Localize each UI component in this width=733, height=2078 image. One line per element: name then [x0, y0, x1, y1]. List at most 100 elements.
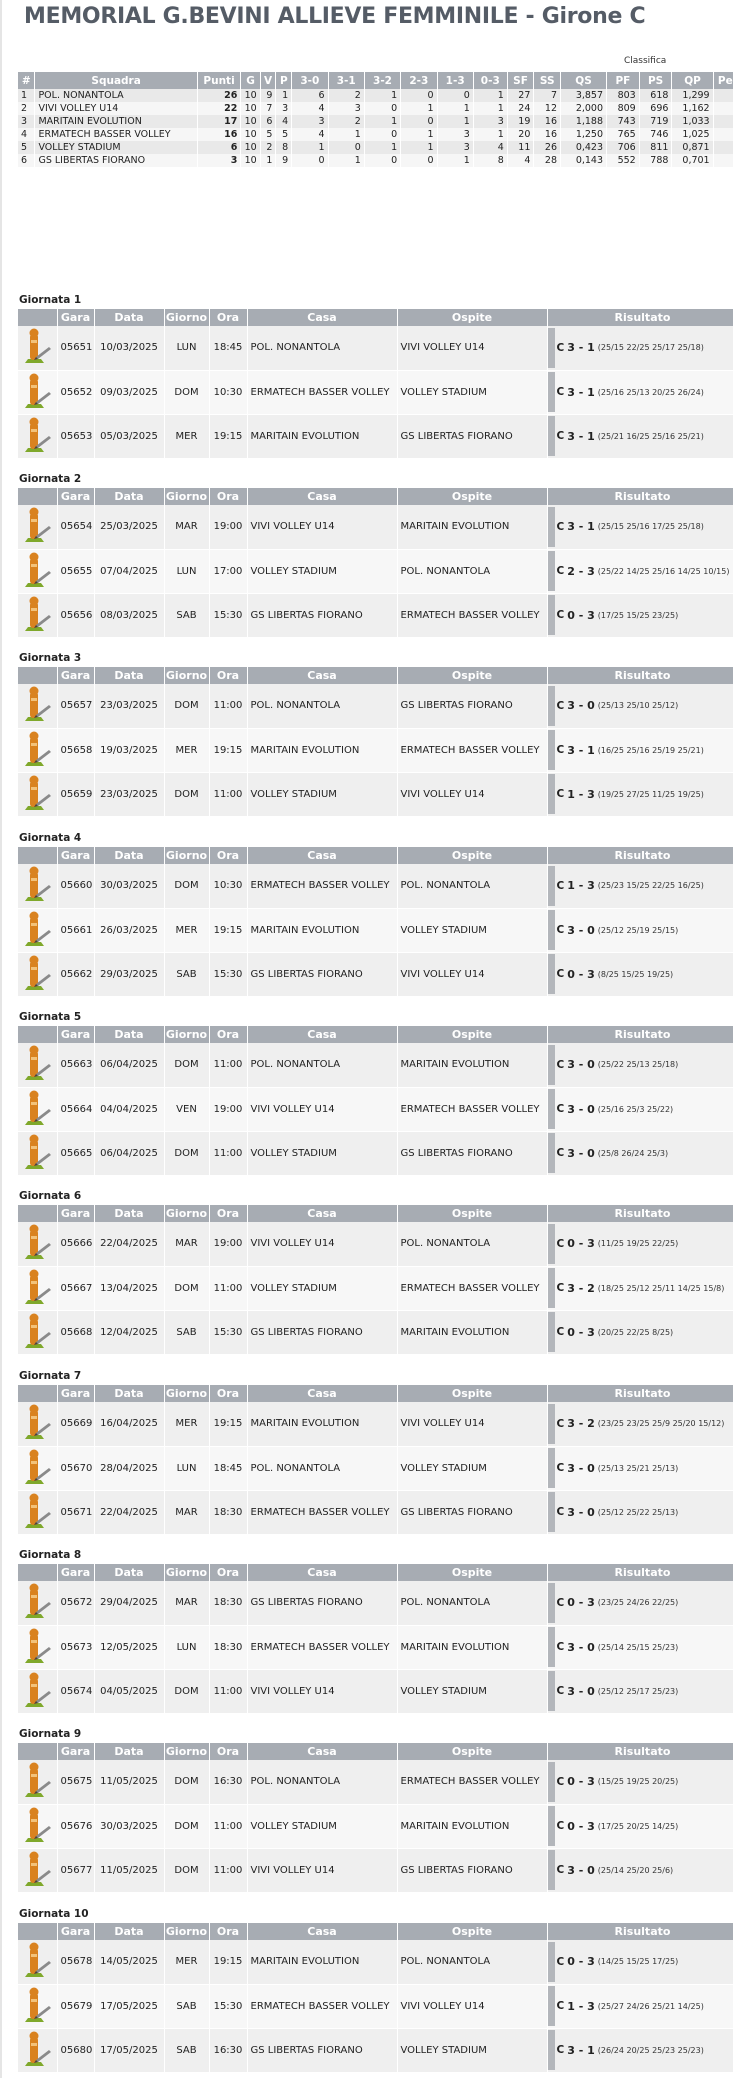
match-icon-cell[interactable] [18, 1310, 58, 1355]
standings-cell: 1 [473, 89, 508, 102]
standings-cell: 803 [606, 89, 640, 102]
stats-pencil-icon[interactable] [22, 1760, 52, 1803]
stats-pencil-icon[interactable] [22, 684, 52, 727]
match-icon-cell[interactable] [18, 370, 58, 415]
match-icon-cell[interactable] [18, 1446, 58, 1491]
standings-cell [713, 102, 733, 115]
match-icon-cell[interactable] [18, 549, 58, 594]
stats-pencil-icon[interactable] [22, 1088, 52, 1131]
match-icon-cell[interactable] [18, 2028, 58, 2073]
match-time: 11:00 [209, 684, 248, 729]
stats-pencil-icon[interactable] [22, 1267, 52, 1310]
match-icon-cell[interactable] [18, 1669, 58, 1714]
match-icon-cell[interactable] [18, 1402, 58, 1447]
stats-pencil-icon[interactable] [22, 326, 52, 369]
result-sets: (25/16 25/13 20/25 26/24) [597, 387, 704, 397]
home-team: VIVI VOLLEY U14 [247, 505, 398, 550]
match-row: 05657 23/03/2025 DOM 11:00 POL. NONANTOLA GS … [18, 684, 733, 729]
stats-pencil-icon[interactable] [22, 1491, 52, 1534]
stats-pencil-icon[interactable] [22, 1402, 52, 1445]
match-icon-cell[interactable] [18, 1087, 58, 1132]
match-icon-cell[interactable] [18, 1581, 58, 1626]
team-name[interactable]: ERMATECH BASSER VOLLEY [34, 128, 198, 141]
stats-pencil-icon[interactable] [22, 550, 52, 593]
stats-pencil-icon[interactable] [22, 729, 52, 772]
home-team: VOLLEY STADIUM [247, 549, 398, 594]
stats-pencil-icon[interactable] [22, 1849, 52, 1892]
stats-pencil-icon[interactable] [22, 1132, 52, 1175]
match-icon-cell[interactable] [18, 864, 58, 909]
result-bar [547, 1312, 555, 1352]
team-name[interactable]: POL. NONANTOLA [34, 89, 198, 102]
match-icon-cell[interactable] [18, 1131, 58, 1176]
stats-pencil-icon[interactable] [22, 1311, 52, 1354]
standings-cell: 5 [18, 141, 36, 154]
matches-header-cell: Risultato [547, 1385, 733, 1402]
team-name[interactable]: VIVI VOLLEY U14 [34, 102, 198, 115]
stats-pencil-icon[interactable] [22, 1805, 52, 1848]
matches-header-cell: Casa [247, 1205, 398, 1222]
match-icon-cell[interactable] [18, 1625, 58, 1670]
match-icon-cell[interactable] [18, 1266, 58, 1311]
match-icon-cell[interactable] [18, 1984, 58, 2029]
match-icon-cell[interactable] [18, 1043, 58, 1088]
home-team: VOLLEY STADIUM [247, 1131, 398, 1176]
standings-header-cell: 1-3 [437, 72, 474, 89]
stats-pencil-icon[interactable] [22, 2029, 52, 2072]
result-bar [547, 372, 555, 412]
stats-pencil-icon[interactable] [22, 953, 52, 996]
standings-cell: 0,871 [671, 141, 714, 154]
match-icon-cell[interactable] [18, 1760, 58, 1805]
match-icon-cell[interactable] [18, 1804, 58, 1849]
away-team: POL. NONANTOLA [397, 1581, 548, 1626]
match-time: 19:15 [209, 728, 248, 773]
stats-pencil-icon[interactable] [22, 1940, 52, 1983]
matches-header-cell: Giorno [164, 1205, 210, 1222]
home-team: POL. NONANTOLA [247, 326, 398, 371]
stats-pencil-icon[interactable] [22, 1670, 52, 1713]
stats-pencil-icon[interactable] [22, 371, 52, 414]
match-icon-cell[interactable] [18, 908, 58, 953]
standings-header-cell: 3-1 [328, 72, 365, 89]
standings-cell: 1 [473, 128, 508, 141]
team-name[interactable]: GS LIBERTAS FIORANO [34, 154, 198, 167]
standings-cell: 10 [240, 128, 261, 141]
match-icon-cell[interactable] [18, 728, 58, 773]
stats-pencil-icon[interactable] [22, 1985, 52, 2028]
match-icon-cell[interactable] [18, 1848, 58, 1893]
stats-pencil-icon[interactable] [22, 1043, 52, 1086]
match-icon-cell[interactable] [18, 684, 58, 729]
standings-header-cell: Squadra [34, 72, 198, 89]
standings-header-cell: 3-0 [291, 72, 329, 89]
stats-pencil-icon[interactable] [22, 1222, 52, 1265]
team-name[interactable]: MARITAIN EVOLUTION [34, 115, 198, 128]
stats-pencil-icon[interactable] [22, 415, 52, 458]
match-icon-cell[interactable] [18, 326, 58, 371]
match-icon-cell[interactable] [18, 1490, 58, 1535]
match-icon-cell[interactable] [18, 1222, 58, 1267]
stats-pencil-icon[interactable] [22, 505, 52, 548]
match-icon-cell[interactable] [18, 414, 58, 459]
match-icon-cell[interactable] [18, 1940, 58, 1985]
stats-pencil-icon[interactable] [22, 909, 52, 952]
match-day: DOM [164, 1804, 210, 1849]
matches-header-cell: Giorno [164, 488, 210, 505]
stats-pencil-icon[interactable] [22, 1581, 52, 1624]
stats-pencil-icon[interactable] [22, 773, 52, 816]
team-name[interactable]: VOLLEY STADIUM [34, 141, 198, 154]
result-sets: (20/25 22/25 8/25) [597, 1327, 674, 1337]
stats-pencil-icon[interactable] [22, 1447, 52, 1490]
match-icon-cell[interactable] [18, 952, 58, 997]
stats-pencil-icon[interactable] [22, 1626, 52, 1669]
result-score: 3 - 0 [567, 923, 595, 937]
result-sets: (25/27 24/26 25/21 14/25) [597, 2001, 704, 2011]
stats-pencil-icon[interactable] [22, 864, 52, 907]
match-result: C3 - 0 (25/12 25/19 25/15) [547, 908, 733, 953]
match-icon-cell[interactable] [18, 505, 58, 550]
stats-pencil-icon[interactable] [22, 594, 52, 637]
standings-cell: 0 [291, 154, 329, 167]
match-icon-cell[interactable] [18, 593, 58, 638]
match-icon-cell[interactable] [18, 772, 58, 817]
result-score: 3 - 1 [567, 341, 595, 355]
home-team: MARITAIN EVOLUTION [247, 908, 398, 953]
